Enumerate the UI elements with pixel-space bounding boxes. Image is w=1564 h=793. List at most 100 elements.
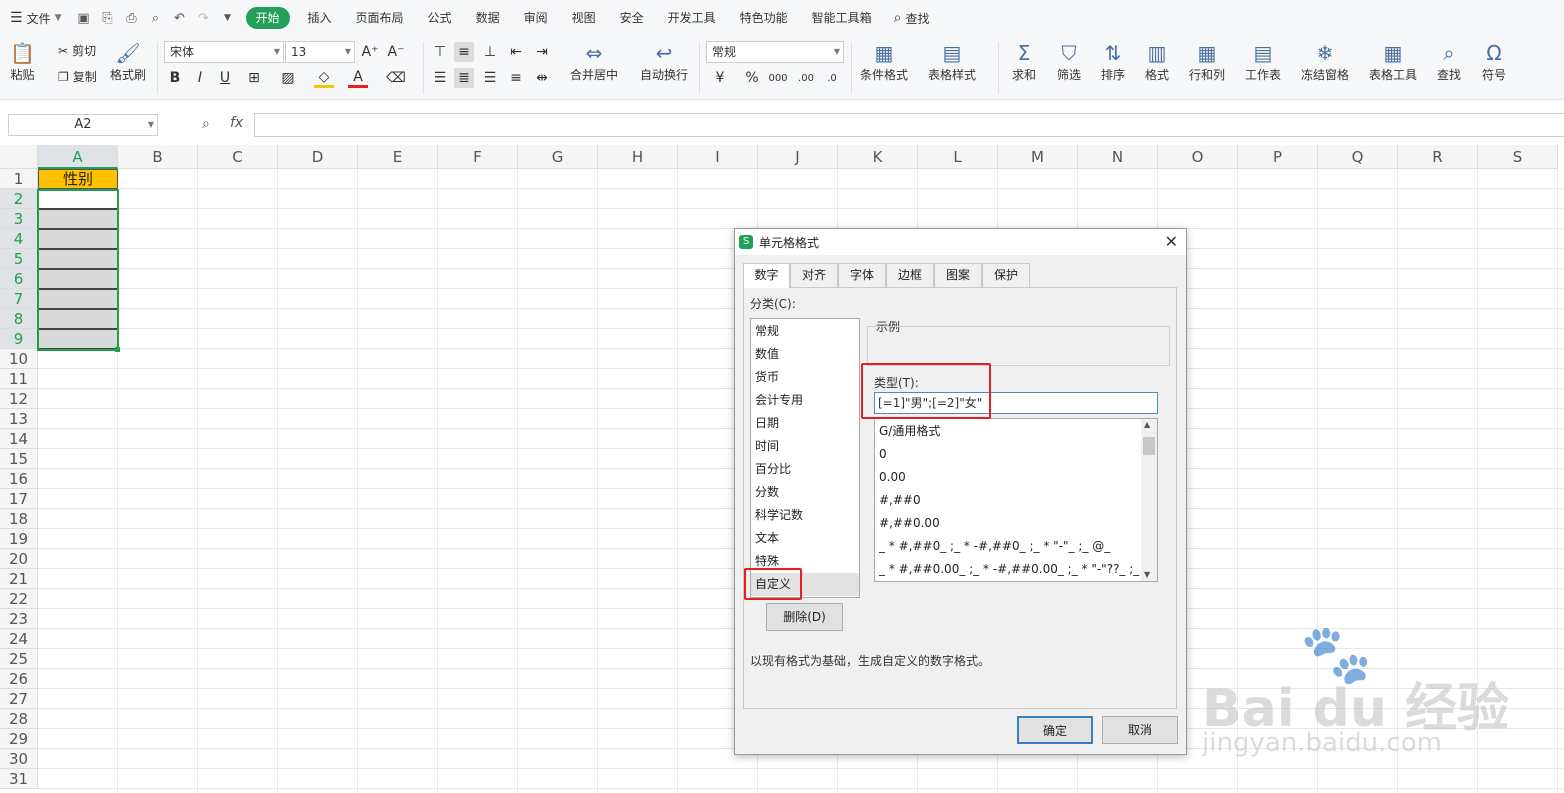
category-item[interactable]: 科学记数 <box>751 504 859 527</box>
sum-button[interactable]: Σ 求和 <box>1012 40 1036 83</box>
column-header[interactable]: K <box>838 145 918 169</box>
row-header[interactable]: 20 <box>0 549 38 569</box>
conditional-format-button[interactable]: ▦ 条件格式 <box>860 40 908 83</box>
row-header[interactable]: 19 <box>0 529 38 549</box>
row-header[interactable]: 25 <box>0 649 38 669</box>
category-item[interactable]: 时间 <box>751 435 859 458</box>
format-item[interactable]: 0 <box>875 443 1141 466</box>
select-all-corner[interactable] <box>0 145 38 169</box>
increase-font-icon[interactable]: A⁺ <box>360 42 380 62</box>
increase-decimal-icon[interactable]: .00 <box>796 68 816 88</box>
align-right-icon[interactable]: ☰ <box>480 68 500 88</box>
ok-button[interactable]: 确定 <box>1017 716 1093 744</box>
column-header[interactable]: A <box>38 145 118 169</box>
tab-alignment[interactable]: 对齐 <box>790 263 838 287</box>
column-header[interactable]: M <box>998 145 1078 169</box>
column-header[interactable]: G <box>518 145 598 169</box>
column-header[interactable]: N <box>1078 145 1158 169</box>
column-header[interactable]: E <box>358 145 438 169</box>
format-list-scrollbar[interactable]: ▲ ▼ <box>1141 419 1157 581</box>
row-header[interactable]: 31 <box>0 769 38 789</box>
font-name-select[interactable]: 宋体 ▼ <box>164 41 284 63</box>
align-bottom-icon[interactable]: ⊥ <box>480 42 500 62</box>
row-header[interactable]: 26 <box>0 669 38 689</box>
fx-icon[interactable]: fx <box>230 115 243 131</box>
category-item[interactable]: 特殊 <box>751 550 859 573</box>
format-button[interactable]: ▥ 格式 <box>1145 40 1169 83</box>
column-header[interactable]: I <box>678 145 758 169</box>
percent-icon[interactable]: % <box>742 68 762 88</box>
redo-icon[interactable]: ↷ <box>196 10 212 26</box>
align-middle-icon[interactable]: ≡ <box>454 42 474 62</box>
format-list[interactable]: G/通用格式 0 0.00 #,##0 #,##0.00 _ * #,##0_ ;_ * … <box>874 418 1158 582</box>
thousands-icon[interactable]: 000 <box>768 68 788 88</box>
format-painter-button[interactable]: 🖌 格式刷 <box>110 40 146 83</box>
row-header[interactable]: 17 <box>0 489 38 509</box>
indent-increase-icon[interactable]: ⇥ <box>532 42 552 62</box>
row-header[interactable]: 21 <box>0 569 38 589</box>
font-size-select[interactable]: 13 ▼ <box>285 41 355 63</box>
column-header[interactable]: J <box>758 145 838 169</box>
column-header[interactable]: B <box>118 145 198 169</box>
category-item[interactable]: 百分比 <box>751 458 859 481</box>
scroll-up-icon[interactable]: ▲ <box>1144 420 1150 429</box>
row-header[interactable]: 11 <box>0 369 38 389</box>
cell-a1[interactable]: 性别 <box>38 169 118 189</box>
category-item[interactable]: 自定义 <box>751 573 859 596</box>
row-col-button[interactable]: ▦ 行和列 <box>1189 40 1225 83</box>
scroll-down-icon[interactable]: ▼ <box>1144 570 1150 579</box>
row-header[interactable]: 4 <box>0 229 38 249</box>
symbol-button[interactable]: Ω 符号 <box>1482 40 1506 83</box>
align-left-icon[interactable]: ☰ <box>430 68 450 88</box>
category-item[interactable]: 货币 <box>751 366 859 389</box>
row-header[interactable]: 15 <box>0 449 38 469</box>
column-header[interactable]: L <box>918 145 998 169</box>
row-header[interactable]: 18 <box>0 509 38 529</box>
sort-button[interactable]: ⇅ 排序 <box>1101 40 1125 83</box>
auto-wrap-button[interactable]: ↩ 自动换行 <box>640 40 688 83</box>
fill-color-icon[interactable]: ◇ <box>314 68 334 88</box>
align-center-icon[interactable]: ≣ <box>454 68 474 88</box>
align-top-icon[interactable]: ⊤ <box>430 42 450 62</box>
tab-smart-tools[interactable]: 智能工具箱 <box>800 7 884 29</box>
format-item[interactable]: #,##0 <box>875 489 1141 512</box>
category-item[interactable]: 会计专用 <box>751 389 859 412</box>
row-header[interactable]: 27 <box>0 689 38 709</box>
fill-pattern-icon[interactable]: ▨ <box>278 68 298 88</box>
tab-page-layout[interactable]: 页面布局 <box>344 7 416 29</box>
export-icon[interactable]: ⎘ <box>100 10 116 26</box>
column-header[interactable]: D <box>278 145 358 169</box>
worksheet-button[interactable]: ▤ 工作表 <box>1245 40 1281 83</box>
row-header[interactable]: 28 <box>0 709 38 729</box>
row-header[interactable]: 12 <box>0 389 38 409</box>
tab-start[interactable]: 开始 <box>245 7 290 29</box>
format-item[interactable]: G/通用格式 <box>875 420 1141 443</box>
indent-decrease-icon[interactable]: ⇤ <box>506 42 526 62</box>
type-input[interactable]: [=1]"男";[=2]"女" <box>874 392 1158 414</box>
distribute-icon[interactable]: ⇹ <box>532 68 552 88</box>
bold-icon[interactable]: B <box>165 68 185 88</box>
column-header[interactable]: F <box>438 145 518 169</box>
print-preview-icon[interactable]: ⌕ <box>148 10 164 26</box>
format-item[interactable]: #,##0.00 <box>875 512 1141 535</box>
tab-formula[interactable]: 公式 <box>416 7 464 29</box>
column-header[interactable]: S <box>1478 145 1558 169</box>
row-header[interactable]: 6 <box>0 269 38 289</box>
row-header[interactable]: 7 <box>0 289 38 309</box>
cut-button[interactable]: ✂ 剪切 <box>58 42 96 59</box>
tab-features[interactable]: 特色功能 <box>728 7 800 29</box>
category-item[interactable]: 常规 <box>751 320 859 343</box>
category-item[interactable]: 数值 <box>751 343 859 366</box>
scroll-thumb[interactable] <box>1143 437 1155 455</box>
tab-number[interactable]: 数字 <box>743 263 790 288</box>
row-header[interactable]: 23 <box>0 609 38 629</box>
italic-icon[interactable]: I <box>190 68 210 88</box>
tab-security[interactable]: 安全 <box>608 7 656 29</box>
tab-data[interactable]: 数据 <box>464 7 512 29</box>
tab-insert[interactable]: 插入 <box>296 7 344 29</box>
tab-developer[interactable]: 开发工具 <box>656 7 728 29</box>
row-header[interactable]: 14 <box>0 429 38 449</box>
category-item[interactable]: 日期 <box>751 412 859 435</box>
name-box[interactable]: A2 ▼ <box>8 114 158 136</box>
row-header[interactable]: 3 <box>0 209 38 229</box>
